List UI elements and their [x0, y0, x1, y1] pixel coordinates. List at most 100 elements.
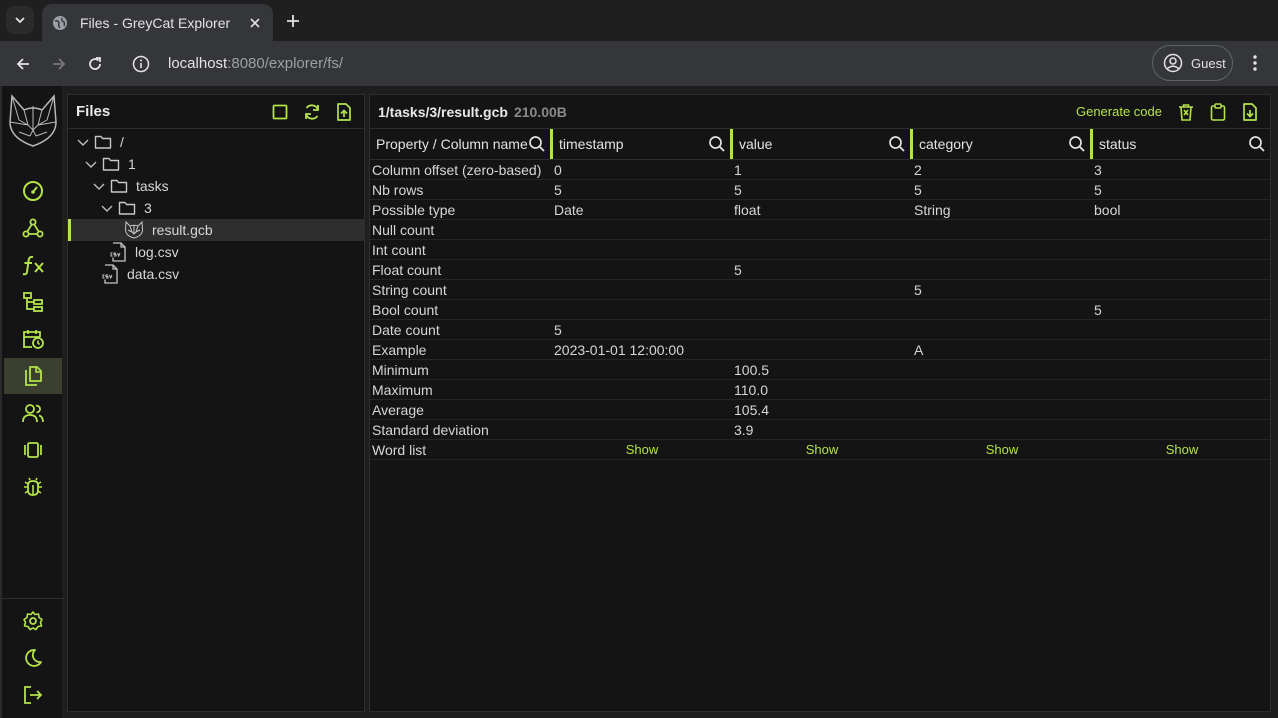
table-cell [1090, 259, 1270, 280]
table-cell: Column offset (zero-based) [370, 159, 550, 180]
more-vertical-icon [1253, 55, 1257, 71]
table-cell: Nb rows [370, 179, 550, 200]
logout-icon [24, 686, 43, 704]
search-icon[interactable] [528, 135, 546, 153]
chevron-down-icon[interactable] [76, 135, 90, 149]
tab-search-button[interactable] [6, 6, 34, 34]
show-word-list-button[interactable]: Show [1094, 442, 1270, 457]
table-cell: 5 [910, 179, 1090, 200]
tree-file-log-csv[interactable]: log.csv [68, 241, 364, 263]
chevron-down-icon[interactable] [100, 201, 114, 215]
header-timestamp: timestamp [550, 129, 730, 160]
tree-file-result-gcb[interactable]: result.gcb [68, 219, 364, 241]
new-tab-button[interactable] [280, 8, 306, 34]
table-cell: 2023-01-01 12:00:00 [550, 339, 730, 360]
table-cell: Maximum [370, 379, 550, 400]
back-button[interactable] [9, 50, 37, 78]
tab-close-button[interactable] [247, 15, 263, 31]
rail-logout[interactable] [4, 677, 62, 713]
rail-files[interactable] [4, 358, 62, 394]
show-word-list-button[interactable]: Show [734, 442, 910, 457]
upload-button[interactable] [332, 100, 356, 124]
rail-schedule[interactable] [4, 321, 62, 357]
arrow-left-icon [16, 58, 29, 70]
rail-panels[interactable] [4, 432, 62, 468]
dashboard-icon [23, 181, 43, 201]
table-cell: Null count [370, 219, 550, 240]
chevron-down-icon[interactable] [84, 157, 98, 171]
table-cell: Standard deviation [370, 419, 550, 440]
greycat-file-icon [124, 221, 144, 239]
rail-settings[interactable] [4, 603, 62, 639]
folder-icon [94, 135, 112, 149]
rail-users[interactable] [4, 395, 62, 431]
table-row: Null count [370, 219, 1270, 240]
address-bar[interactable]: localhost:8080/explorer/fs/ [120, 46, 1140, 81]
search-icon[interactable] [1068, 135, 1086, 153]
rail-theme[interactable] [4, 640, 62, 676]
search-icon[interactable] [708, 135, 726, 153]
csv-file-icon [109, 242, 126, 262]
browser-toolbar: localhost:8080/explorer/fs/ Guest [0, 41, 1278, 86]
clipboard-icon [1210, 102, 1226, 121]
rail-divider [2, 598, 64, 599]
chevron-down-icon[interactable] [92, 179, 106, 193]
table-row: Standard deviation 3.9 [370, 419, 1270, 440]
table-cell: String count [370, 279, 550, 300]
file-details-panel: 1/tasks/3/result.gcb 210.00B Generate co… [369, 94, 1271, 712]
tree-folder-root[interactable]: / [68, 131, 364, 153]
tree-folder-tasks[interactable]: tasks [68, 175, 364, 197]
files-header: Files [68, 95, 364, 129]
tree-file-data-csv[interactable]: data.csv [68, 263, 364, 285]
table-cell [730, 239, 910, 260]
table-cell: Example [370, 339, 550, 360]
download-button[interactable] [1238, 100, 1262, 124]
table-cell [550, 399, 730, 420]
table-cell [910, 259, 1090, 280]
table-cell: float [730, 199, 910, 220]
table-cell [910, 239, 1090, 260]
header-status: status [1090, 129, 1270, 160]
files-title: Files [76, 103, 111, 120]
search-icon[interactable] [888, 135, 906, 153]
table-cell: Possible type [370, 199, 550, 220]
table-cell: Show [910, 439, 1090, 460]
tree-folder-3[interactable]: 3 [68, 197, 364, 219]
table-row: Example 2023-01-01 12:00:00 A [370, 339, 1270, 360]
rail-debug[interactable] [4, 469, 62, 505]
table-cell: 3 [1090, 159, 1270, 180]
panels-icon [24, 442, 42, 458]
browser-tab[interactable]: Files - GreyCat Explorer [42, 4, 273, 41]
forward-button[interactable] [45, 50, 73, 78]
rail-tree[interactable] [4, 284, 62, 320]
rail-dashboard[interactable] [4, 173, 62, 209]
file-upload-icon [337, 102, 351, 121]
browser-menu-button[interactable] [1242, 50, 1268, 76]
files-panel: Files / 1 tasks 3 result.gcb log.csv dat… [67, 94, 365, 712]
table-cell [910, 419, 1090, 440]
select-toggle-button[interactable] [268, 100, 292, 124]
generate-code-button[interactable]: Generate code [1076, 104, 1162, 119]
reload-button[interactable] [81, 50, 109, 78]
table-cell: Date count [370, 319, 550, 340]
settings-icon [23, 611, 43, 631]
table-cell [550, 379, 730, 400]
rail-functions[interactable] [4, 247, 62, 283]
info-icon[interactable] [132, 55, 150, 73]
profile-button[interactable]: Guest [1152, 45, 1233, 81]
show-word-list-button[interactable]: Show [554, 442, 730, 457]
table-cell [1090, 419, 1270, 440]
rail-graph[interactable] [4, 210, 62, 246]
folder-icon [102, 157, 120, 171]
show-word-list-button[interactable]: Show [914, 442, 1090, 457]
reload-icon [89, 57, 101, 70]
chevron-down-icon [15, 17, 25, 24]
delete-button[interactable] [1174, 100, 1198, 124]
tree-folder-1[interactable]: 1 [68, 153, 364, 175]
refresh-button[interactable] [300, 100, 324, 124]
table-body: Column offset (zero-based) 0 1 2 3 Nb rows 5 5 5… [370, 159, 1270, 460]
app: Files / 1 tasks 3 result.gcb log.csv dat… [0, 86, 1278, 718]
table-cell [910, 319, 1090, 340]
copy-button[interactable] [1206, 100, 1230, 124]
search-icon[interactable] [1248, 135, 1266, 153]
